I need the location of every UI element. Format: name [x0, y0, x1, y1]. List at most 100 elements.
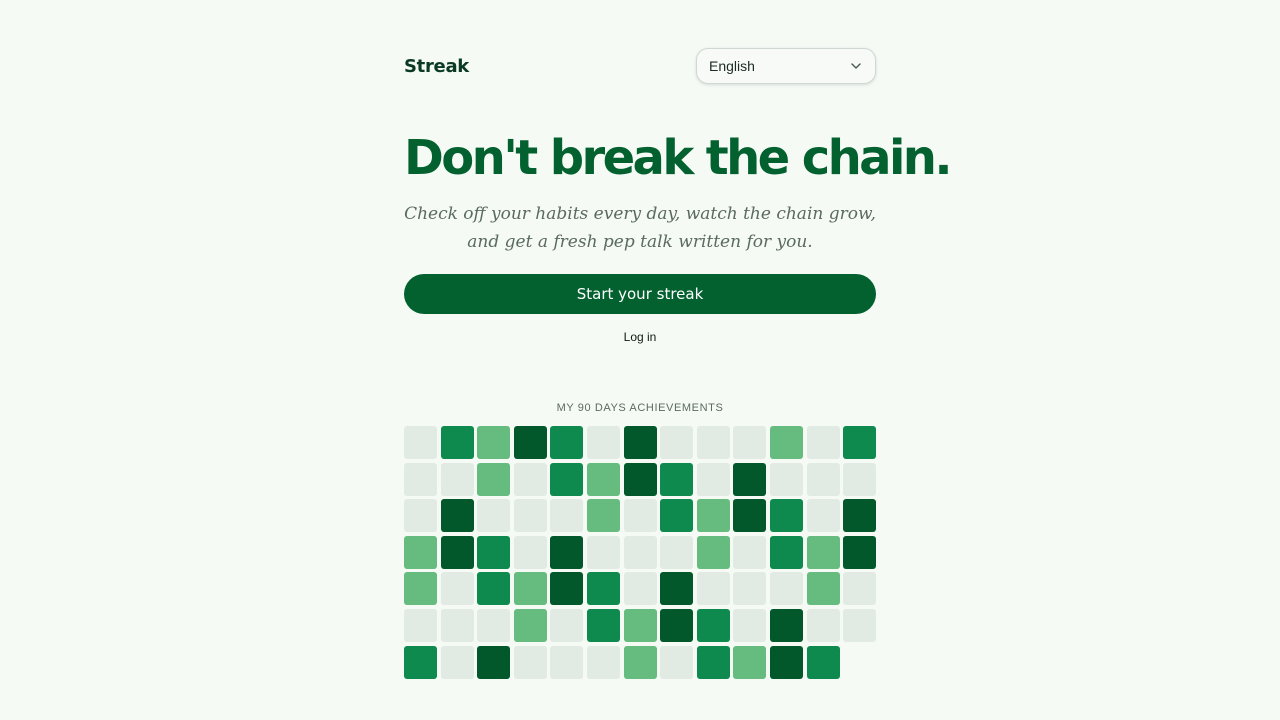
achievement-day-cell [733, 426, 767, 459]
achievements-grid [404, 426, 877, 679]
achievement-day-cell [513, 462, 547, 496]
achievement-day-cell [733, 645, 767, 679]
achievement-day-cell [769, 608, 803, 642]
achievement-day-cell [477, 608, 511, 642]
achievement-day-cell [733, 535, 767, 569]
achievement-day-cell [806, 572, 840, 606]
achievement-day-cell [477, 572, 511, 606]
achievement-day-cell [623, 499, 657, 533]
achievement-day-cell [733, 462, 767, 496]
achievement-day-cell [769, 499, 803, 533]
achievement-day-cell [404, 535, 437, 569]
achievement-day-cell [513, 426, 547, 459]
achievement-day-cell [404, 572, 437, 606]
achievement-day-cell [550, 535, 584, 569]
achievement-day-cell [623, 572, 657, 606]
start-streak-button[interactable]: Start your streak [404, 274, 876, 314]
hero-subtitle-line-1: Check off your habits every day, watch t… [404, 204, 876, 224]
achievement-day-cell [404, 462, 437, 496]
achievement-day-cell [769, 426, 803, 459]
achievement-day-cell [696, 608, 730, 642]
achievement-day-cell [550, 499, 584, 533]
achievement-day-cell [696, 426, 730, 459]
achievement-day-cell [769, 535, 803, 569]
achievement-day-cell [660, 608, 694, 642]
language-select-value: English [709, 58, 755, 74]
achievement-day-cell [660, 572, 694, 606]
achievement-day-cell [477, 462, 511, 496]
achievement-day-cell [843, 535, 877, 569]
achievements-label: MY 90 DAYS ACHIEVEMENTS [556, 402, 724, 414]
achievement-day-cell [806, 462, 840, 496]
achievement-day-cell [586, 608, 620, 642]
achievement-day-cell [660, 645, 694, 679]
achievement-day-cell [440, 535, 474, 569]
achievement-day-cell [404, 499, 437, 533]
achievement-day-cell [550, 608, 584, 642]
achievement-day-cell [843, 499, 877, 533]
achievement-day-cell [696, 499, 730, 533]
achievement-day-cell [696, 462, 730, 496]
achievement-day-cell [696, 645, 730, 679]
achievement-day-cell [477, 499, 511, 533]
achievement-day-cell [806, 499, 840, 533]
achievement-day-cell [806, 535, 840, 569]
achievement-day-cell [440, 462, 474, 496]
achievement-day-cell [440, 572, 474, 606]
achievement-day-cell [843, 426, 877, 459]
achievement-day-cell [623, 608, 657, 642]
achievement-day-cell [550, 572, 584, 606]
hero-title: Don't break the chain. [404, 130, 953, 186]
login-link[interactable]: Log in [404, 330, 876, 344]
achievement-day-cell [477, 535, 511, 569]
achievement-day-cell [623, 535, 657, 569]
achievement-day-cell [806, 426, 840, 459]
achievement-day-cell [843, 462, 877, 496]
achievement-day-cell [404, 608, 437, 642]
achievement-day-cell [586, 645, 620, 679]
achievement-day-cell [623, 426, 657, 459]
achievement-day-cell [404, 426, 437, 459]
achievement-day-cell [513, 572, 547, 606]
achievement-day-cell [733, 499, 767, 533]
achievement-day-cell [733, 572, 767, 606]
achievement-day-cell [477, 426, 511, 459]
achievement-day-cell [513, 608, 547, 642]
achievement-day-cell [513, 535, 547, 569]
achievement-day-cell [769, 462, 803, 496]
achievement-day-cell [623, 645, 657, 679]
achievement-day-cell [660, 499, 694, 533]
chevron-down-icon [851, 63, 861, 69]
achievement-day-cell [733, 608, 767, 642]
achievement-day-cell [696, 572, 730, 606]
achievement-day-cell [586, 426, 620, 459]
achievement-day-cell [806, 608, 840, 642]
achievement-day-cell [513, 499, 547, 533]
achievement-day-cell [586, 535, 620, 569]
achievement-day-cell [586, 499, 620, 533]
language-select[interactable]: English [696, 48, 876, 84]
brand-logo[interactable]: Streak [404, 56, 469, 77]
hero-subtitle-line-2: and get a fresh pep talk written for you… [467, 232, 813, 252]
achievement-day-cell [660, 462, 694, 496]
achievement-day-cell [586, 572, 620, 606]
achievement-day-cell [404, 645, 437, 679]
achievement-day-cell [440, 499, 474, 533]
achievement-day-cell [696, 535, 730, 569]
achievement-day-cell [660, 535, 694, 569]
landing-page: Streak English Don't break the chain. Ch… [404, 0, 953, 679]
achievement-day-cell [440, 645, 474, 679]
achievement-day-cell [843, 572, 877, 606]
achievement-day-cell [769, 645, 803, 679]
header: Streak English [404, 48, 876, 84]
achievement-day-cell [477, 645, 511, 679]
achievement-day-cell [513, 645, 547, 679]
achievement-day-cell [660, 426, 694, 459]
achievement-day-cell [440, 608, 474, 642]
achievement-day-cell [843, 608, 877, 642]
achievement-day-cell [550, 645, 584, 679]
achievement-day-cell [806, 645, 840, 679]
achievement-day-cell [586, 462, 620, 496]
achievement-day-cell [769, 572, 803, 606]
achievement-day-cell [623, 462, 657, 496]
